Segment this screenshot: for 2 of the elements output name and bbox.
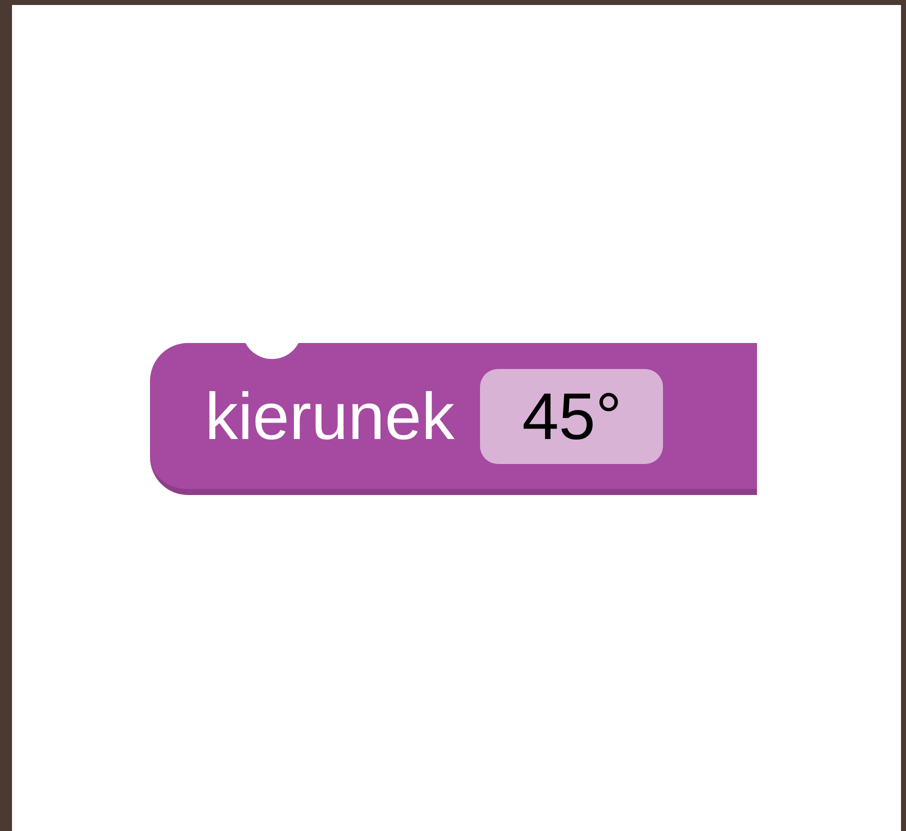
block-label: kierunek xyxy=(205,383,454,449)
angle-field[interactable]: 45° xyxy=(480,368,664,464)
